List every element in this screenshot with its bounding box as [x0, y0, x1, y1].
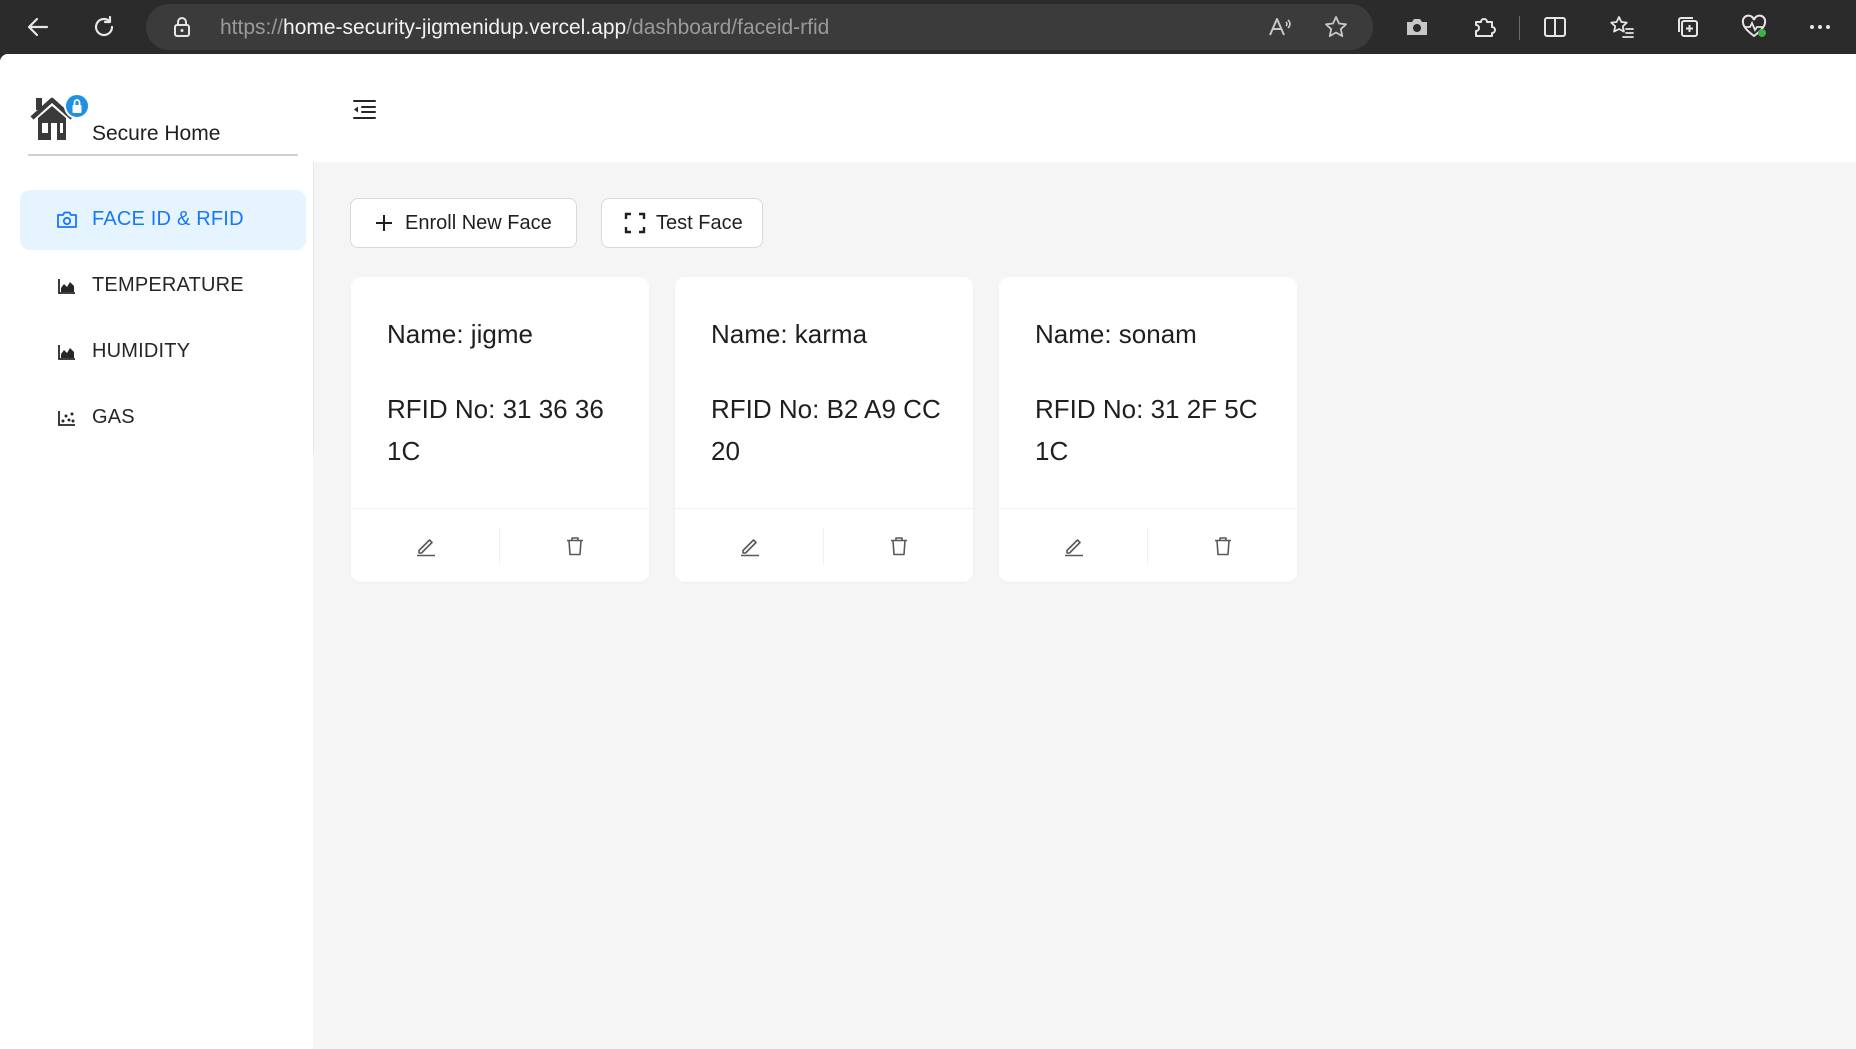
extensions-puzzle-icon[interactable]	[1466, 9, 1502, 45]
edit-icon[interactable]	[351, 509, 500, 583]
plus-icon	[373, 212, 395, 234]
address-bar[interactable]: https://home-security-jigmenidup.vercel.…	[146, 4, 1373, 50]
card-body: Name: sonam RFID No: 31 2F 5C 1C	[1035, 313, 1275, 472]
browser-essentials-heart-icon[interactable]	[1736, 9, 1772, 45]
card-actions	[351, 508, 649, 582]
card-name: Name: jigme	[387, 319, 533, 349]
app-logo: Secure Home	[28, 92, 298, 156]
favorite-star-icon[interactable]	[1318, 9, 1354, 45]
read-aloud-icon[interactable]	[1262, 9, 1298, 45]
face-card: Name: sonam RFID No: 31 2F 5C 1C	[999, 277, 1297, 582]
delete-icon[interactable]	[500, 509, 649, 583]
card-rfid: RFID No: 31 36 36 1C	[387, 394, 604, 466]
page: Secure Home FACE ID & RFID TEMPERATURE H…	[0, 54, 1856, 1049]
more-options-icon[interactable]	[1802, 9, 1838, 45]
browser-chrome: https://home-security-jigmenidup.vercel.…	[0, 0, 1856, 54]
sidebar-item-humidity[interactable]: HUMIDITY	[20, 322, 306, 382]
url-path: /dashboard/faceid-rfid	[626, 16, 830, 39]
favorites-list-icon[interactable]	[1604, 9, 1640, 45]
sidebar: Secure Home FACE ID & RFID TEMPERATURE H…	[0, 54, 313, 1049]
card-body: Name: jigme RFID No: 31 36 36 1C	[387, 313, 627, 472]
app-title: Secure Home	[92, 122, 221, 145]
card-name: Name: sonam	[1035, 319, 1197, 349]
face-card: Name: karma RFID No: B2 A9 CC 20	[675, 277, 973, 582]
face-card: Name: jigme RFID No: 31 36 36 1C	[351, 277, 649, 582]
refresh-icon[interactable]	[86, 9, 122, 45]
test-face-button[interactable]: Test Face	[601, 198, 763, 248]
header	[313, 54, 1856, 162]
card-actions	[999, 508, 1297, 582]
sidebar-item-face-id-rfid[interactable]: FACE ID & RFID	[20, 190, 306, 250]
card-rfid: RFID No: 31 2F 5C 1C	[1035, 394, 1258, 466]
sidebar-item-gas[interactable]: GAS	[20, 388, 306, 448]
card-rfid: RFID No: B2 A9 CC 20	[711, 394, 941, 466]
delete-icon[interactable]	[1148, 509, 1297, 583]
url-text[interactable]: https://home-security-jigmenidup.vercel.…	[220, 16, 829, 40]
card-body: Name: karma RFID No: B2 A9 CC 20	[711, 313, 951, 472]
camera-icon	[56, 209, 78, 231]
url-host: home-security-jigmenidup.vercel.app	[283, 16, 627, 39]
enroll-new-face-label: Enroll New Face	[405, 211, 552, 234]
screenshot-camera-icon[interactable]	[1399, 9, 1435, 45]
back-icon[interactable]	[20, 9, 56, 45]
sidebar-item-label: TEMPERATURE	[92, 274, 244, 296]
area-chart-icon	[56, 341, 78, 363]
toolbar-separator	[1519, 16, 1520, 40]
collections-icon[interactable]	[1670, 9, 1706, 45]
edit-icon[interactable]	[999, 509, 1148, 583]
menu-fold-icon[interactable]	[349, 94, 379, 124]
card-name: Name: karma	[711, 319, 868, 349]
card-actions	[675, 508, 973, 582]
delete-icon[interactable]	[824, 509, 973, 583]
enroll-new-face-button[interactable]: Enroll New Face	[350, 198, 577, 248]
test-face-label: Test Face	[656, 211, 743, 234]
url-scheme: https://	[220, 16, 284, 39]
lock-icon[interactable]	[172, 16, 192, 38]
edit-icon[interactable]	[675, 509, 824, 583]
split-screen-icon[interactable]	[1537, 9, 1573, 45]
dot-chart-icon	[56, 407, 78, 429]
sidebar-item-label: HUMIDITY	[92, 340, 191, 362]
area-chart-icon	[56, 275, 78, 297]
sidebar-item-temperature[interactable]: TEMPERATURE	[20, 256, 306, 316]
scan-frame-icon	[624, 212, 646, 234]
sidebar-item-label: FACE ID & RFID	[92, 208, 244, 230]
secure-home-logo-icon	[28, 92, 92, 144]
sidebar-item-label: GAS	[92, 406, 135, 428]
